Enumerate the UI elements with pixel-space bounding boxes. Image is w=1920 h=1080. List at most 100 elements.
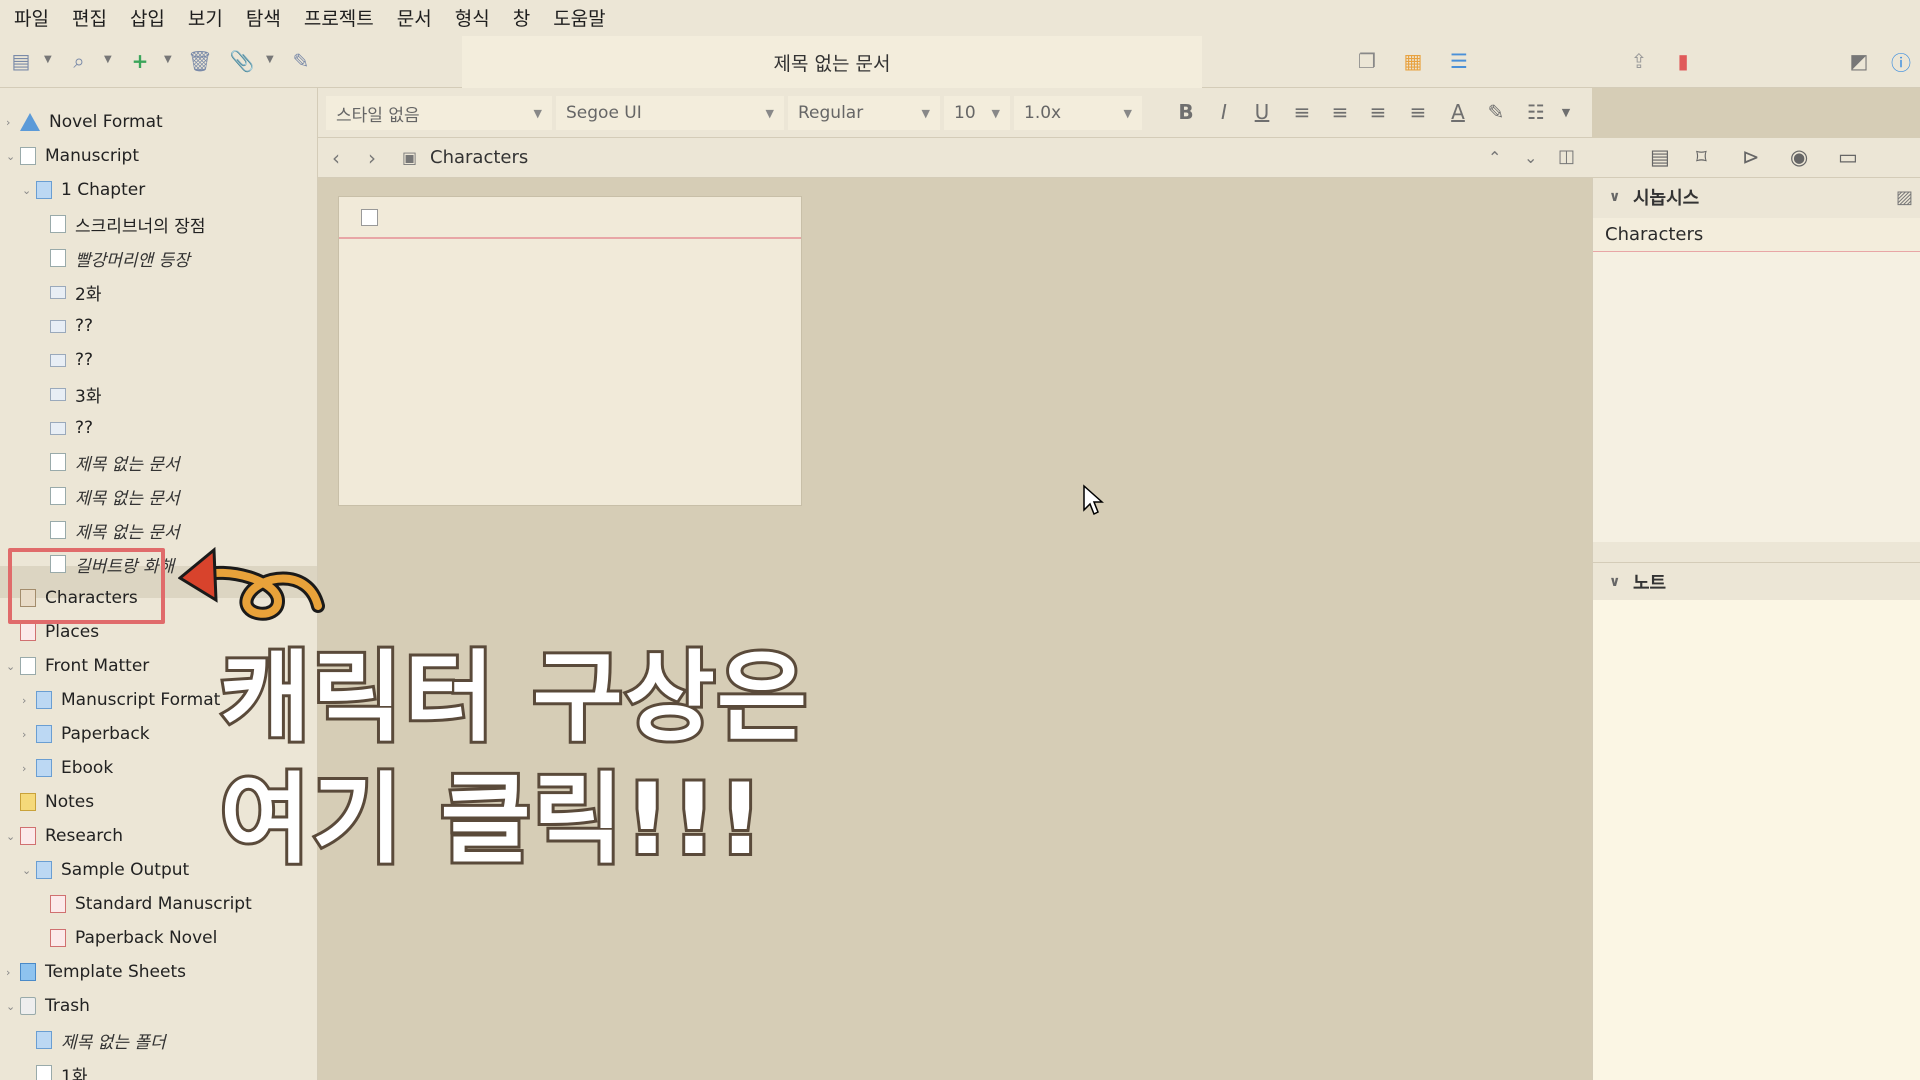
binder-item[interactable]: › Template Sheets xyxy=(6,956,186,988)
comment-icon[interactable]: ▭ xyxy=(1838,145,1858,169)
chevron-right-icon[interactable]: › xyxy=(6,966,10,979)
info-icon[interactable]: ⓘ xyxy=(1888,48,1914,75)
bold-icon[interactable]: B xyxy=(1172,100,1200,124)
menu-window[interactable]: 창 xyxy=(513,4,530,31)
menu-edit[interactable]: 편집 xyxy=(72,4,107,31)
chevron-right-icon[interactable]: › xyxy=(22,762,26,775)
tag-icon[interactable]: ⊳ xyxy=(1742,145,1760,169)
index-card-title[interactable] xyxy=(339,197,801,239)
binder-item[interactable]: › Novel Format xyxy=(6,106,163,138)
menu-file[interactable]: 파일 xyxy=(14,4,49,31)
style-select[interactable]: 스타일 없음 ▼ xyxy=(326,96,552,130)
align-justify-icon[interactable]: ≡ xyxy=(1364,100,1392,124)
binder-item[interactable]: Notes xyxy=(20,786,94,818)
align-left-icon[interactable]: ≡ xyxy=(1288,100,1316,124)
font-select[interactable]: Segoe UI ▼ xyxy=(556,96,784,130)
binder-item[interactable]: 스크리브너의 장점 xyxy=(50,208,206,240)
single-view-icon[interactable]: ❐ xyxy=(1354,48,1380,74)
binder-item[interactable]: › Paperback xyxy=(22,718,150,750)
binder-item[interactable]: ?? xyxy=(50,344,93,376)
notebook-icon[interactable]: ▤ xyxy=(1650,145,1670,169)
chevron-right-icon[interactable]: › xyxy=(22,728,26,741)
inspector-toggle-icon[interactable]: ◩ xyxy=(1846,48,1872,74)
chevron-up-icon[interactable]: ⌃ xyxy=(1488,148,1501,167)
trash-icon[interactable]: 🗑 xyxy=(187,48,213,74)
binder-item[interactable]: Standard Manuscript xyxy=(50,888,252,920)
chevron-down-icon[interactable]: ▼ xyxy=(1552,106,1580,119)
menu-format[interactable]: 형식 xyxy=(455,4,490,31)
chevron-down-icon[interactable]: ⌄ xyxy=(22,184,31,197)
corkboard-icon[interactable]: ▦ xyxy=(1400,48,1426,74)
paperclip-icon[interactable]: 📎 xyxy=(229,48,255,74)
binder-item[interactable]: 제목 없는 폴더 xyxy=(36,1024,166,1056)
binder-item[interactable]: ⌄ Front Matter xyxy=(6,650,149,682)
chevron-down-icon[interactable]: ⌄ xyxy=(22,864,31,877)
chevron-down-icon[interactable]: ▼ xyxy=(164,54,172,65)
synopsis-title[interactable]: Characters xyxy=(1593,218,1920,252)
text-color-icon[interactable]: A xyxy=(1444,100,1472,124)
chevron-right-icon[interactable]: › xyxy=(22,694,26,707)
binder-item[interactable]: › Manuscript Format xyxy=(22,684,220,716)
chevron-down-icon[interactable]: ▼ xyxy=(44,54,52,65)
binder-item[interactable]: 제목 없는 문서 xyxy=(50,446,180,478)
add-icon[interactable]: + xyxy=(127,48,153,74)
menu-help[interactable]: 도움말 xyxy=(553,4,605,31)
bookmark-icon[interactable]: ⌑ xyxy=(1696,145,1707,169)
share-icon[interactable]: ⇪ xyxy=(1626,48,1652,74)
notes-text-area[interactable] xyxy=(1593,600,1920,1080)
synopsis-header[interactable]: ∨ 시놉시스 ▨ xyxy=(1593,178,1920,216)
outline-icon[interactable]: ☰ xyxy=(1446,48,1472,74)
forward-icon[interactable]: › xyxy=(368,146,376,170)
binder-item[interactable]: ⌄ Research xyxy=(6,820,123,852)
binder-item[interactable]: ⌄ 1 Chapter xyxy=(22,174,145,206)
binder-item[interactable]: ⌄ Manuscript xyxy=(6,140,139,172)
binder-item[interactable]: 빨강머리앤 등장 xyxy=(50,242,190,274)
split-view-icon[interactable]: ◫ xyxy=(1558,146,1575,167)
notes-header[interactable]: ∨ 노트 xyxy=(1593,562,1920,600)
binder-item[interactable]: 1화 xyxy=(36,1058,87,1080)
binder-item[interactable]: ?? xyxy=(50,412,93,444)
binder-toggle-icon[interactable]: ▤ xyxy=(8,48,34,74)
align-right-icon[interactable]: ≡ xyxy=(1404,100,1432,124)
chevron-down-icon[interactable]: ⌄ xyxy=(6,660,15,673)
image-icon[interactable]: ▨ xyxy=(1896,187,1913,208)
font-size-select[interactable]: 10 ▼ xyxy=(944,96,1010,130)
binder-item[interactable]: ⌄ Sample Output xyxy=(22,854,189,886)
binder-item[interactable]: ⌄ Trash xyxy=(6,990,90,1022)
binder-item[interactable]: 제목 없는 문서 xyxy=(50,480,180,512)
chevron-down-icon[interactable]: ⌄ xyxy=(6,1000,15,1013)
doc-icon xyxy=(50,487,66,505)
chevron-down-icon[interactable]: ⌄ xyxy=(1524,148,1537,167)
menu-project[interactable]: 프로젝트 xyxy=(304,4,374,31)
back-icon[interactable]: ‹ xyxy=(332,146,340,170)
menu-navigate[interactable]: 탐색 xyxy=(246,4,281,31)
binder-item[interactable]: 3화 xyxy=(50,378,101,410)
chevron-down-icon[interactable]: ▼ xyxy=(266,54,274,65)
camera-icon[interactable]: ◉ xyxy=(1790,145,1808,169)
font-weight-select[interactable]: Regular ▼ xyxy=(788,96,940,130)
underline-icon[interactable]: U xyxy=(1248,100,1276,124)
binder-item[interactable]: › Ebook xyxy=(22,752,113,784)
binder-item[interactable]: ?? xyxy=(50,310,93,342)
menu-insert[interactable]: 삽입 xyxy=(130,4,165,31)
align-center-icon[interactable]: ≡ xyxy=(1326,100,1354,124)
highlight-icon[interactable]: ✎ xyxy=(1482,100,1510,124)
chevron-down-icon[interactable]: ⌄ xyxy=(6,150,15,163)
line-spacing-select[interactable]: 1.0x ▼ xyxy=(1014,96,1142,130)
chevron-down-icon[interactable]: ⌄ xyxy=(6,830,15,843)
compose-icon[interactable]: ✎ xyxy=(288,48,314,74)
search-icon[interactable]: ⌕ xyxy=(66,48,92,74)
binder-item[interactable]: 2화 xyxy=(50,276,101,308)
italic-icon[interactable]: I xyxy=(1210,100,1238,124)
synopsis-text-area[interactable] xyxy=(1593,252,1920,542)
index-card[interactable] xyxy=(338,196,802,506)
binder-item[interactable]: 제목 없는 문서 xyxy=(50,514,180,546)
binder-item[interactable]: Paperback Novel xyxy=(50,922,217,954)
bookmark-icon[interactable]: ▮ xyxy=(1670,48,1696,74)
chevron-right-icon[interactable]: › xyxy=(6,116,10,129)
chevron-down-icon[interactable]: ▼ xyxy=(104,54,112,65)
menu-view[interactable]: 보기 xyxy=(188,4,223,31)
list-icon[interactable]: ☷ xyxy=(1522,100,1550,124)
index-card-checkbox[interactable] xyxy=(361,209,378,226)
menu-document[interactable]: 문서 xyxy=(397,4,432,31)
